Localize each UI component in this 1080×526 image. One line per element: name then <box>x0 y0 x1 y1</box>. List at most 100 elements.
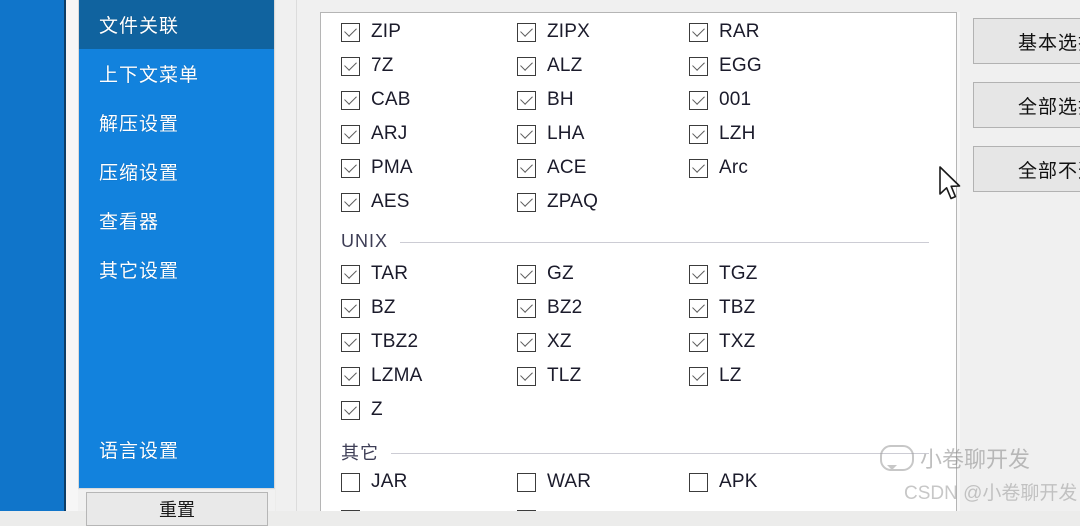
checkbox-row[interactable]: PMA <box>341 157 413 179</box>
checkbox-checked-icon[interactable] <box>517 193 536 212</box>
checkbox-label: TLZ <box>547 365 581 387</box>
checkbox-row[interactable]: Arc <box>689 157 748 179</box>
checkbox-row[interactable]: LHA <box>517 123 585 145</box>
checkbox-checked-icon[interactable] <box>341 125 360 144</box>
checkbox-label: PMA <box>371 157 413 179</box>
checkbox-checked-icon[interactable] <box>341 57 360 76</box>
sidebar-item-language[interactable]: 语言设置 <box>79 425 275 474</box>
checkbox-row[interactable]: 001 <box>689 89 751 111</box>
checkbox-label: ARJ <box>371 123 408 145</box>
checkbox-row[interactable]: RAR <box>689 21 760 43</box>
checkbox-row[interactable]: BZ <box>341 297 396 319</box>
panel-divider <box>296 0 297 511</box>
checkbox-checked-icon[interactable] <box>689 333 708 352</box>
checkbox-unchecked-icon[interactable] <box>341 473 360 492</box>
select-none-button[interactable]: 全部不选 <box>973 146 1080 192</box>
list-scrollbar[interactable] <box>929 13 956 510</box>
checkbox-label: 7Z <box>371 55 394 77</box>
section-header-1: UNIX <box>341 231 929 252</box>
checkbox-label: ACE <box>547 157 587 179</box>
checkbox-row[interactable]: ZIPX <box>517 21 590 43</box>
checkbox-row[interactable]: JAR <box>341 471 408 493</box>
sidebar-item-0[interactable]: 文件关联 <box>79 0 275 49</box>
checkbox-checked-icon[interactable] <box>517 91 536 110</box>
checkbox-checked-icon[interactable] <box>689 299 708 318</box>
checkbox-checked-icon[interactable] <box>341 401 360 420</box>
checkbox-row[interactable]: TGZ <box>689 263 758 285</box>
checkbox-label: TAR <box>371 263 408 285</box>
checkbox-row[interactable]: TLZ <box>517 365 581 387</box>
checkbox-row[interactable]: ACE <box>517 157 587 179</box>
checkbox-checked-icon[interactable] <box>689 265 708 284</box>
checkbox-row[interactable]: XZ <box>517 331 572 353</box>
checkbox-row[interactable]: TBZ <box>689 297 756 319</box>
checkbox-row[interactable]: ZPAQ <box>517 191 598 213</box>
sidebar-item-2[interactable]: 解压设置 <box>79 98 275 147</box>
checkbox-row[interactable]: LZ <box>689 365 742 387</box>
checkbox-row[interactable]: ALZ <box>517 55 582 77</box>
checkbox-label: 001 <box>719 89 751 111</box>
checkbox-unchecked-icon[interactable] <box>689 473 708 492</box>
checkbox-row[interactable]: TBZ2 <box>341 331 418 353</box>
checkbox-row[interactable]: ARJ <box>341 123 408 145</box>
checkbox-row[interactable]: LZH <box>689 123 756 145</box>
checkbox-row[interactable]: WAR <box>517 471 591 493</box>
checkbox-checked-icon[interactable] <box>341 159 360 178</box>
sidebar-item-1[interactable]: 上下文菜单 <box>79 49 275 98</box>
checkbox-checked-icon[interactable] <box>689 57 708 76</box>
checkbox-checked-icon[interactable] <box>341 333 360 352</box>
sidebar-item-5[interactable]: 其它设置 <box>79 245 275 294</box>
sidebar-item-4[interactable]: 查看器 <box>79 196 275 245</box>
checkbox-label: TBZ <box>719 297 756 319</box>
checkbox-row[interactable]: EGG <box>689 55 762 77</box>
checkbox-checked-icon[interactable] <box>517 159 536 178</box>
checkbox-row[interactable]: TXZ <box>689 331 756 353</box>
reset-button[interactable]: 重置 <box>86 492 268 526</box>
checkbox-row[interactable]: Z <box>341 399 383 421</box>
checkbox-label: WAR <box>547 471 591 493</box>
checkbox-checked-icon[interactable] <box>341 23 360 42</box>
mouse-cursor <box>938 166 964 204</box>
checkbox-row[interactable]: ZIP <box>341 21 401 43</box>
checkbox-checked-icon[interactable] <box>341 299 360 318</box>
checkbox-label: Z <box>371 399 383 421</box>
checkbox-row[interactable]: TAR <box>341 263 408 285</box>
checkbox-row[interactable]: BZ2 <box>517 297 582 319</box>
checkbox-checked-icon[interactable] <box>341 91 360 110</box>
checkbox-checked-icon[interactable] <box>689 367 708 386</box>
checkbox-label: APK <box>719 471 758 493</box>
file-association-list[interactable]: ZIP ZIPX RAR 7Z ALZ EGG CAB BH 001 ARJ LHA LZH PMA AC… <box>320 12 957 511</box>
checkbox-label: AES <box>371 191 410 213</box>
checkbox-row[interactable]: LZMA <box>341 365 422 387</box>
select-all-button[interactable]: 全部选择 <box>973 82 1080 128</box>
checkbox-checked-icon[interactable] <box>517 299 536 318</box>
checkbox-row[interactable]: GZ <box>517 263 574 285</box>
checkbox-row[interactable]: AES <box>341 191 410 213</box>
checkbox-unchecked-icon[interactable] <box>517 473 536 492</box>
checkbox-checked-icon[interactable] <box>517 265 536 284</box>
section-header-label: UNIX <box>341 231 388 252</box>
checkbox-checked-icon[interactable] <box>689 23 708 42</box>
checkbox-label: LZMA <box>371 365 422 387</box>
checkbox-checked-icon[interactable] <box>517 367 536 386</box>
checkbox-checked-icon[interactable] <box>517 57 536 76</box>
sidebar-item-label: 上下文菜单 <box>99 60 199 87</box>
checkbox-checked-icon[interactable] <box>689 91 708 110</box>
checkbox-checked-icon[interactable] <box>341 265 360 284</box>
checkbox-checked-icon[interactable] <box>341 193 360 212</box>
basic-select-button[interactable]: 基本选择 <box>973 18 1080 64</box>
sidebar-item-label: 文件关联 <box>99 11 179 38</box>
checkbox-checked-icon[interactable] <box>517 23 536 42</box>
sidebar-item-3[interactable]: 压缩设置 <box>79 147 275 196</box>
checkbox-checked-icon[interactable] <box>341 367 360 386</box>
checkbox-checked-icon[interactable] <box>517 333 536 352</box>
checkbox-checked-icon[interactable] <box>517 125 536 144</box>
checkbox-checked-icon[interactable] <box>689 159 708 178</box>
sidebar-item-label: 语言设置 <box>99 436 179 463</box>
checkbox-row[interactable]: APK <box>689 471 758 493</box>
checkbox-row[interactable]: 7Z <box>341 55 394 77</box>
checkbox-label: TXZ <box>719 331 756 353</box>
checkbox-row[interactable]: CAB <box>341 89 411 111</box>
checkbox-row[interactable]: BH <box>517 89 574 111</box>
checkbox-checked-icon[interactable] <box>689 125 708 144</box>
